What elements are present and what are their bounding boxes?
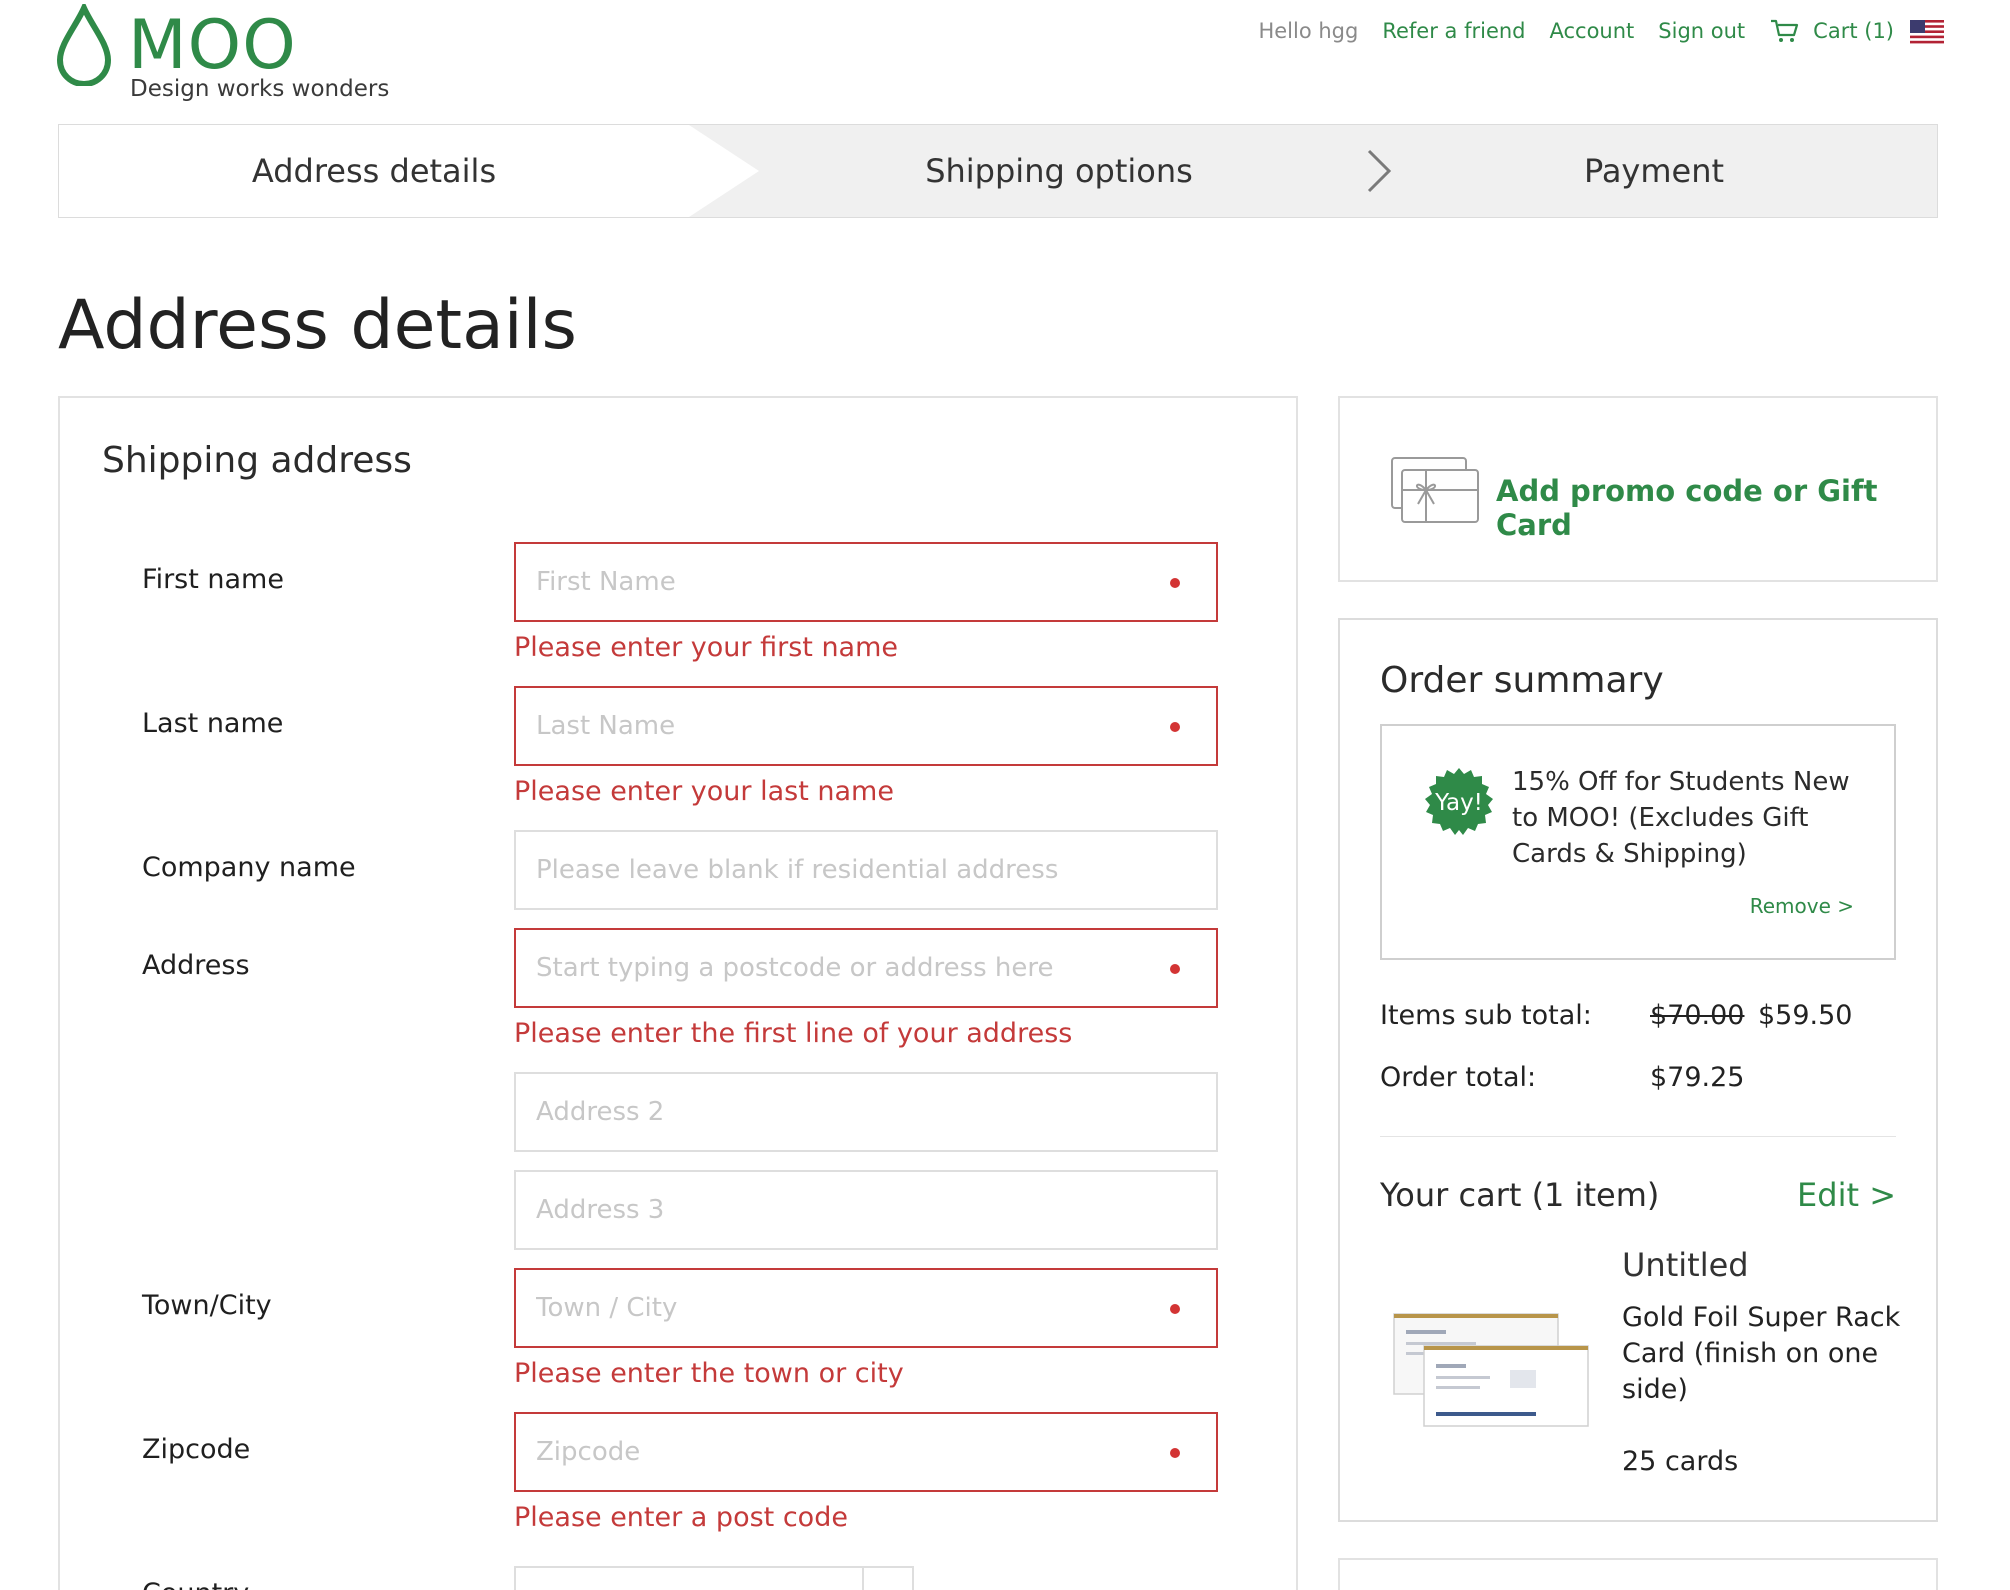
address3-input[interactable] [516,1172,1216,1248]
address3-field [514,1170,1218,1250]
town-city-label: Town/City [142,1290,272,1321]
shipping-address-title: Shipping address [102,440,412,481]
first-name-field [514,542,1218,622]
order-summary-title: Order summary [1380,660,1664,701]
add-promo-code-link[interactable]: Add promo code or Gift Card [1496,474,1936,542]
zipcode-error: Please enter a post code [514,1502,848,1533]
order-total-value: $79.25 [1650,1062,1745,1093]
select-divider [862,1568,864,1590]
step-address-details[interactable]: Address details [59,125,689,217]
country-label: Country [142,1578,249,1590]
subtotal-discounted-price: $59.50 [1758,1000,1853,1031]
order-total-label: Order total: [1380,1062,1537,1093]
cart-item-quantity: 25 cards [1622,1446,1739,1477]
address-input[interactable] [516,930,1216,1006]
cart-icon [1771,19,1799,42]
zipcode-field [514,1412,1218,1492]
cart-item-description: Gold Foil Super Rack Card (finish on one… [1622,1302,1901,1405]
last-name-field [514,686,1218,766]
cart-item-name: Untitled [1622,1246,1749,1284]
secondary-panel [1338,1558,1938,1590]
user-greeting: Hello hgg [1258,19,1359,43]
order-summary-panel: Order summary Yay! 15% Off for Students … [1338,618,1938,1522]
cart-count-label: Cart (1) [1813,19,1894,43]
step-payment[interactable]: Payment [1369,125,1939,217]
page-title: Address details [58,286,577,365]
step-shipping-options[interactable]: Shipping options [749,125,1369,217]
town-city-input[interactable] [516,1270,1216,1346]
applied-discount-box: Yay! 15% Off for Students New to MOO! (E… [1380,724,1896,960]
account-link[interactable]: Account [1550,19,1635,43]
address-field [514,928,1218,1008]
gift-card-icon [1391,457,1479,523]
zipcode-input[interactable] [516,1414,1216,1490]
sign-out-link[interactable]: Sign out [1658,19,1745,43]
promo-code-panel[interactable]: Add promo code or Gift Card [1338,396,1938,582]
shipping-address-panel: Shipping address First name Please enter… [58,396,1298,1590]
address-label: Address [142,950,250,981]
your-cart-title: Your cart (1 item) [1380,1176,1660,1214]
remove-discount-link[interactable]: Remove > [1750,894,1854,918]
first-name-label: First name [142,564,284,595]
refer-friend-link[interactable]: Refer a friend [1382,19,1525,43]
required-indicator [1170,1304,1180,1314]
cart-link[interactable]: Cart (1) [1769,18,1894,44]
us-flag-icon[interactable] [1910,20,1944,44]
company-name-label: Company name [142,852,356,883]
town-city-error: Please enter the town or city [514,1358,904,1389]
product-thumbnail [1393,1313,1589,1427]
required-indicator [1170,722,1180,732]
last-name-label: Last name [142,708,284,739]
discount-description: 15% Off for Students New to MOO! (Exclud… [1512,767,1850,869]
logo-tagline: Design works wonders [130,76,390,102]
address2-input[interactable] [516,1074,1216,1150]
address-error: Please enter the first line of your addr… [514,1018,1073,1049]
required-indicator [1170,964,1180,974]
zipcode-label: Zipcode [142,1434,251,1465]
moo-drop-icon [56,4,112,86]
company-name-input[interactable] [516,832,1216,908]
last-name-input[interactable] [516,688,1216,764]
yay-badge-label: Yay! [1435,790,1483,816]
last-name-error: Please enter your last name [514,776,894,807]
town-city-field [514,1268,1218,1348]
subtotal-label: Items sub total: [1380,1000,1592,1031]
first-name-input[interactable] [516,544,1216,620]
top-navigation: Hello hgg Refer a friend Account Sign ou… [1258,14,1894,48]
checkout-steps: Address details Shipping options Payment [58,124,1938,218]
moo-logo[interactable]: MOO Design works wonders [56,0,396,110]
first-name-error: Please enter your first name [514,632,899,663]
subtotal-original-price: $70.00 [1650,1000,1745,1031]
country-select[interactable]: ▼ [514,1566,914,1590]
company-name-field [514,830,1218,910]
required-indicator [1170,578,1180,588]
required-indicator [1170,1448,1180,1458]
summary-divider [1380,1136,1896,1137]
address2-field [514,1072,1218,1152]
edit-cart-link[interactable]: Edit > [1797,1176,1896,1214]
